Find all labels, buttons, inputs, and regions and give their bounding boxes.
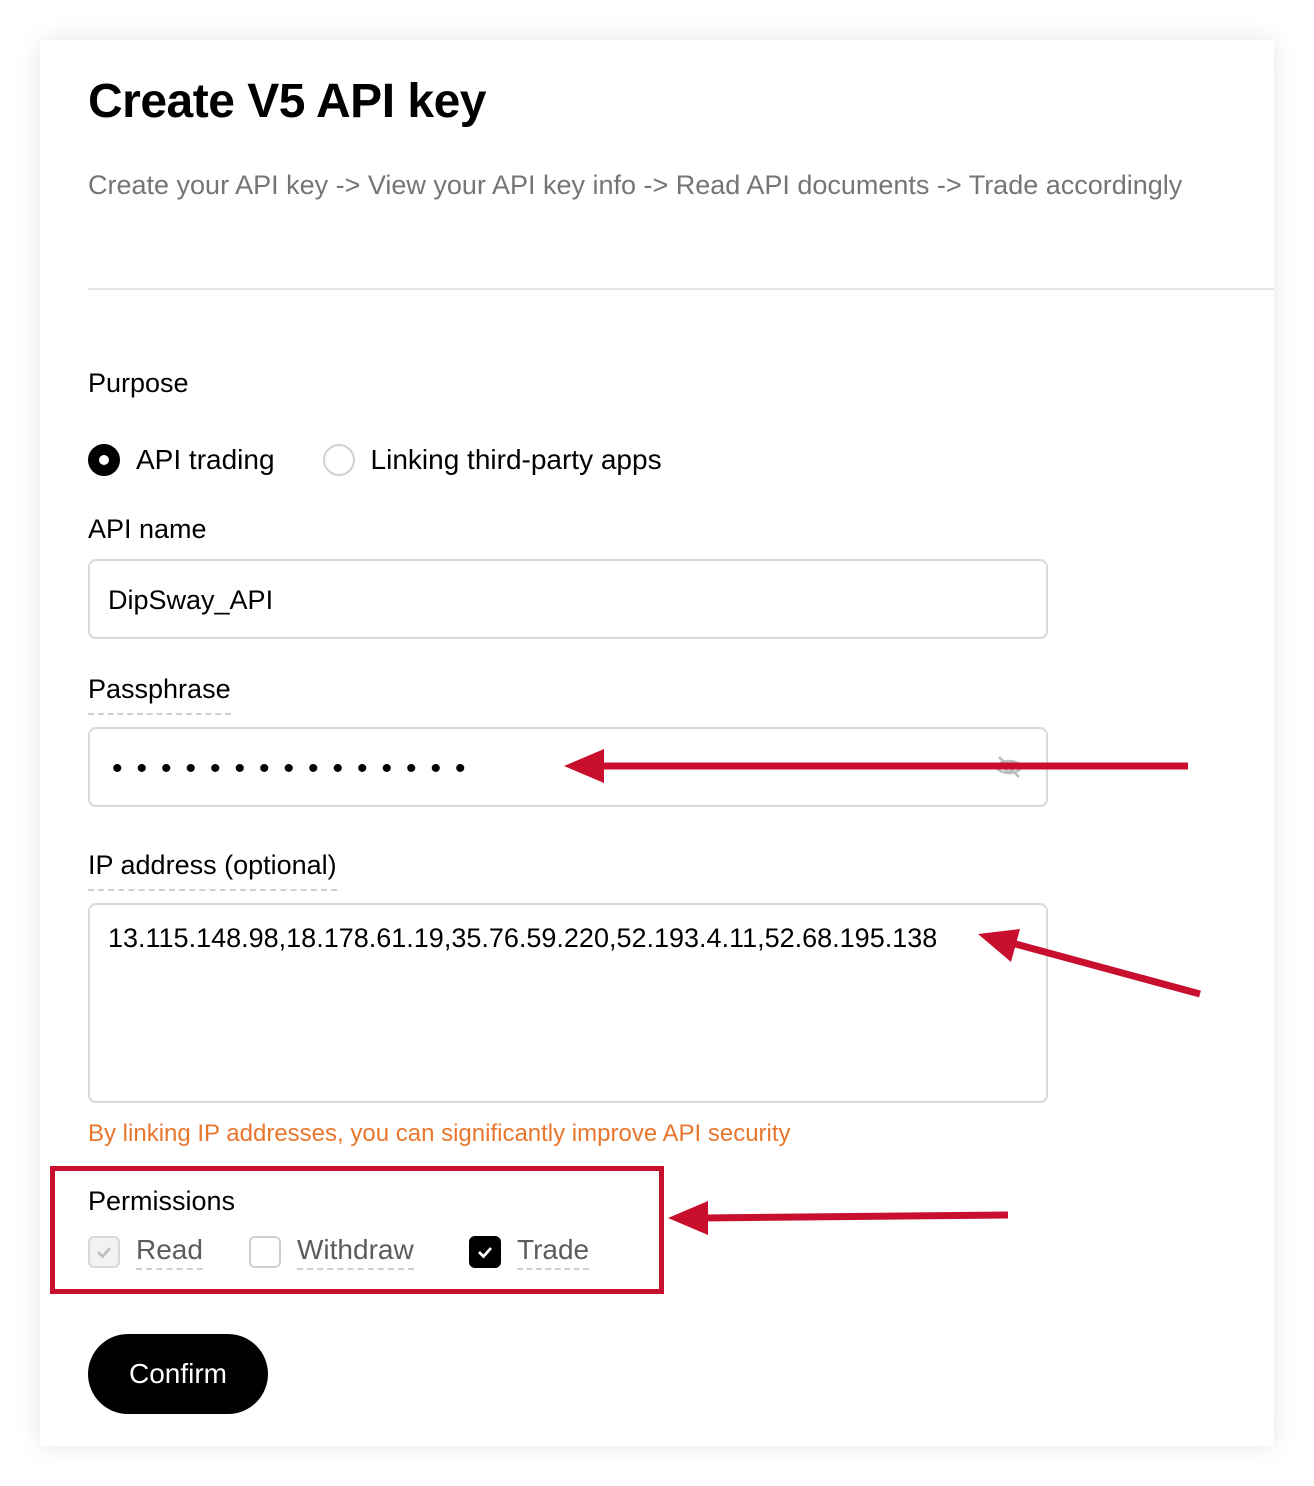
divider: [88, 288, 1274, 290]
radio-unselected-icon[interactable]: [322, 444, 355, 476]
check-icon: [478, 1247, 493, 1259]
radio-selected-icon[interactable]: [88, 444, 120, 476]
ip-address-textarea[interactable]: 13.115.148.98,18.178.61.19,35.76.59.220,…: [88, 903, 1048, 1103]
permission-read: Read: [88, 1232, 203, 1272]
api-name-input[interactable]: DipSway_API: [88, 559, 1048, 639]
radio-third-party[interactable]: Linking third-party apps: [322, 444, 662, 476]
withdraw-checkbox[interactable]: [249, 1236, 281, 1268]
radio-api-trading-label: API trading: [136, 444, 275, 475]
read-label: Read: [136, 1234, 203, 1270]
trade-label: Trade: [517, 1234, 590, 1270]
permissions-label: Permissions: [88, 1186, 236, 1216]
permission-withdraw[interactable]: Withdraw: [249, 1232, 414, 1272]
confirm-button[interactable]: Confirm: [88, 1334, 268, 1414]
ip-address-label: IP address (optional): [88, 850, 337, 891]
read-checkbox: [88, 1236, 120, 1268]
withdraw-label: Withdraw: [297, 1234, 414, 1270]
purpose-label: Purpose: [88, 368, 189, 398]
eye-off-icon[interactable]: [992, 750, 1026, 784]
radio-third-party-label: Linking third-party apps: [370, 444, 662, 475]
check-icon: [97, 1247, 111, 1259]
ip-security-hint: By linking IP addresses, you can signifi…: [88, 1120, 791, 1147]
radio-api-trading[interactable]: API trading: [88, 444, 275, 476]
api-name-label: API name: [88, 514, 207, 544]
ip-address-value: 13.115.148.98,18.178.61.19,35.76.59.220,…: [108, 923, 938, 953]
trade-checkbox[interactable]: [469, 1236, 501, 1268]
passphrase-masked-value: •••••••••••••••: [112, 752, 480, 785]
purpose-radio-group: API trading Linking third-party apps: [88, 440, 662, 480]
api-name-value: DipSway_API: [108, 585, 274, 615]
page-title: Create V5 API key: [88, 75, 486, 128]
page-subtitle: Create your API key -> View your API key…: [88, 170, 1183, 200]
permission-trade[interactable]: Trade: [469, 1232, 590, 1272]
passphrase-label: Passphrase: [88, 674, 231, 715]
